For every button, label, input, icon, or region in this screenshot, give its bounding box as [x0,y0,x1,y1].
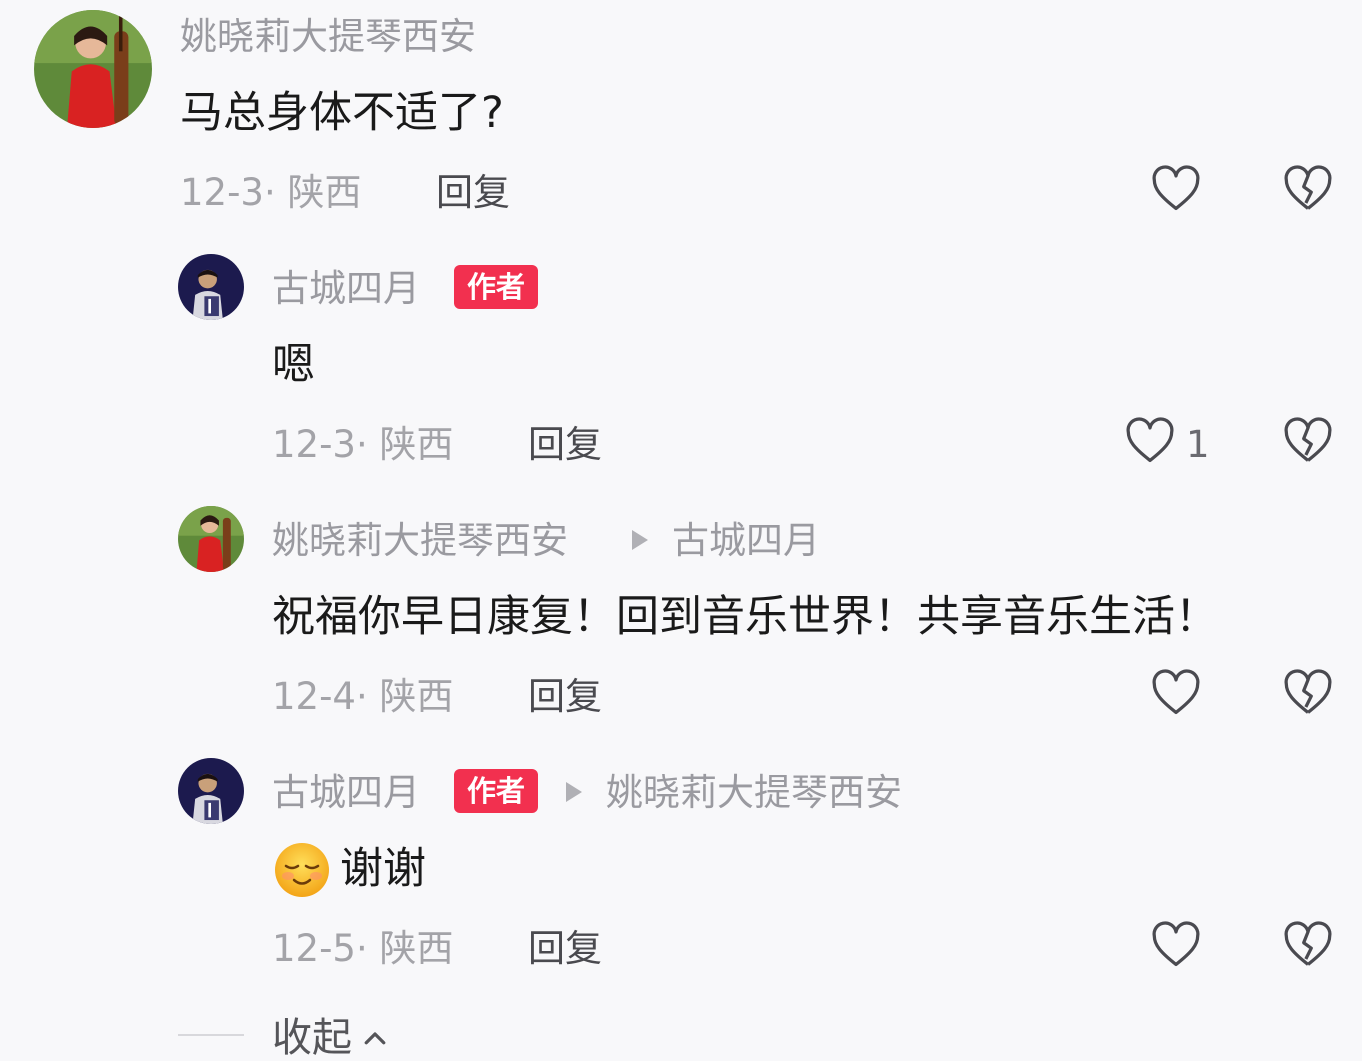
reply-username[interactable]: 古城四月 [272,270,420,307]
avatar[interactable] [178,254,244,320]
relieved-face-emoji [275,843,329,897]
triangle-right-icon [566,782,582,802]
reply-username[interactable]: 古城四月 [272,774,420,811]
divider [178,1034,244,1036]
reply-to-username[interactable]: 古城四月 [672,522,820,559]
heart-outline-icon[interactable] [1150,164,1202,216]
reply-meta: 12-4· 陕西 [272,675,454,718]
reply-username[interactable]: 姚晓莉大提琴西安 [272,522,568,559]
triangle-right-icon [632,530,648,550]
broken-heart-icon[interactable] [1282,668,1334,720]
like-count: 1 [1186,423,1210,466]
reply-text: 谢谢 [340,844,426,894]
comment-text: 马总身体不适了? [180,88,504,138]
avatar[interactable] [178,506,244,572]
author-badge: 作者 [454,265,539,309]
author-badge: 作者 [454,769,539,813]
avatar[interactable] [178,758,244,824]
reply-button[interactable]: 回复 [436,174,510,211]
reply-button[interactable]: 回复 [528,678,602,715]
chevron-up-icon [364,1032,386,1045]
comment-username[interactable]: 姚晓莉大提琴西安 [180,18,476,55]
heart-outline-icon[interactable] [1150,668,1202,720]
reply-button[interactable]: 回复 [528,930,602,967]
broken-heart-icon[interactable] [1282,164,1334,216]
avatar[interactable] [34,10,152,128]
heart-outline-icon[interactable] [1124,416,1176,468]
reply-meta: 12-5· 陕西 [272,927,454,970]
reply-button[interactable]: 回复 [528,426,602,463]
comment-meta: 12-3· 陕西 [180,171,362,214]
heart-outline-icon[interactable] [1150,920,1202,972]
collapse-button[interactable]: 收起 [272,1014,402,1061]
collapse-label: 收起 [272,1015,352,1061]
reply-meta: 12-3· 陕西 [272,423,454,466]
reply-text: 嗯 [272,340,315,390]
reply-to-username[interactable]: 姚晓莉大提琴西安 [606,774,902,811]
reply-text: 祝福你早日康复！回到音乐世界！共享音乐生活！ [272,592,1218,642]
broken-heart-icon[interactable] [1282,920,1334,972]
broken-heart-icon[interactable] [1282,416,1334,468]
